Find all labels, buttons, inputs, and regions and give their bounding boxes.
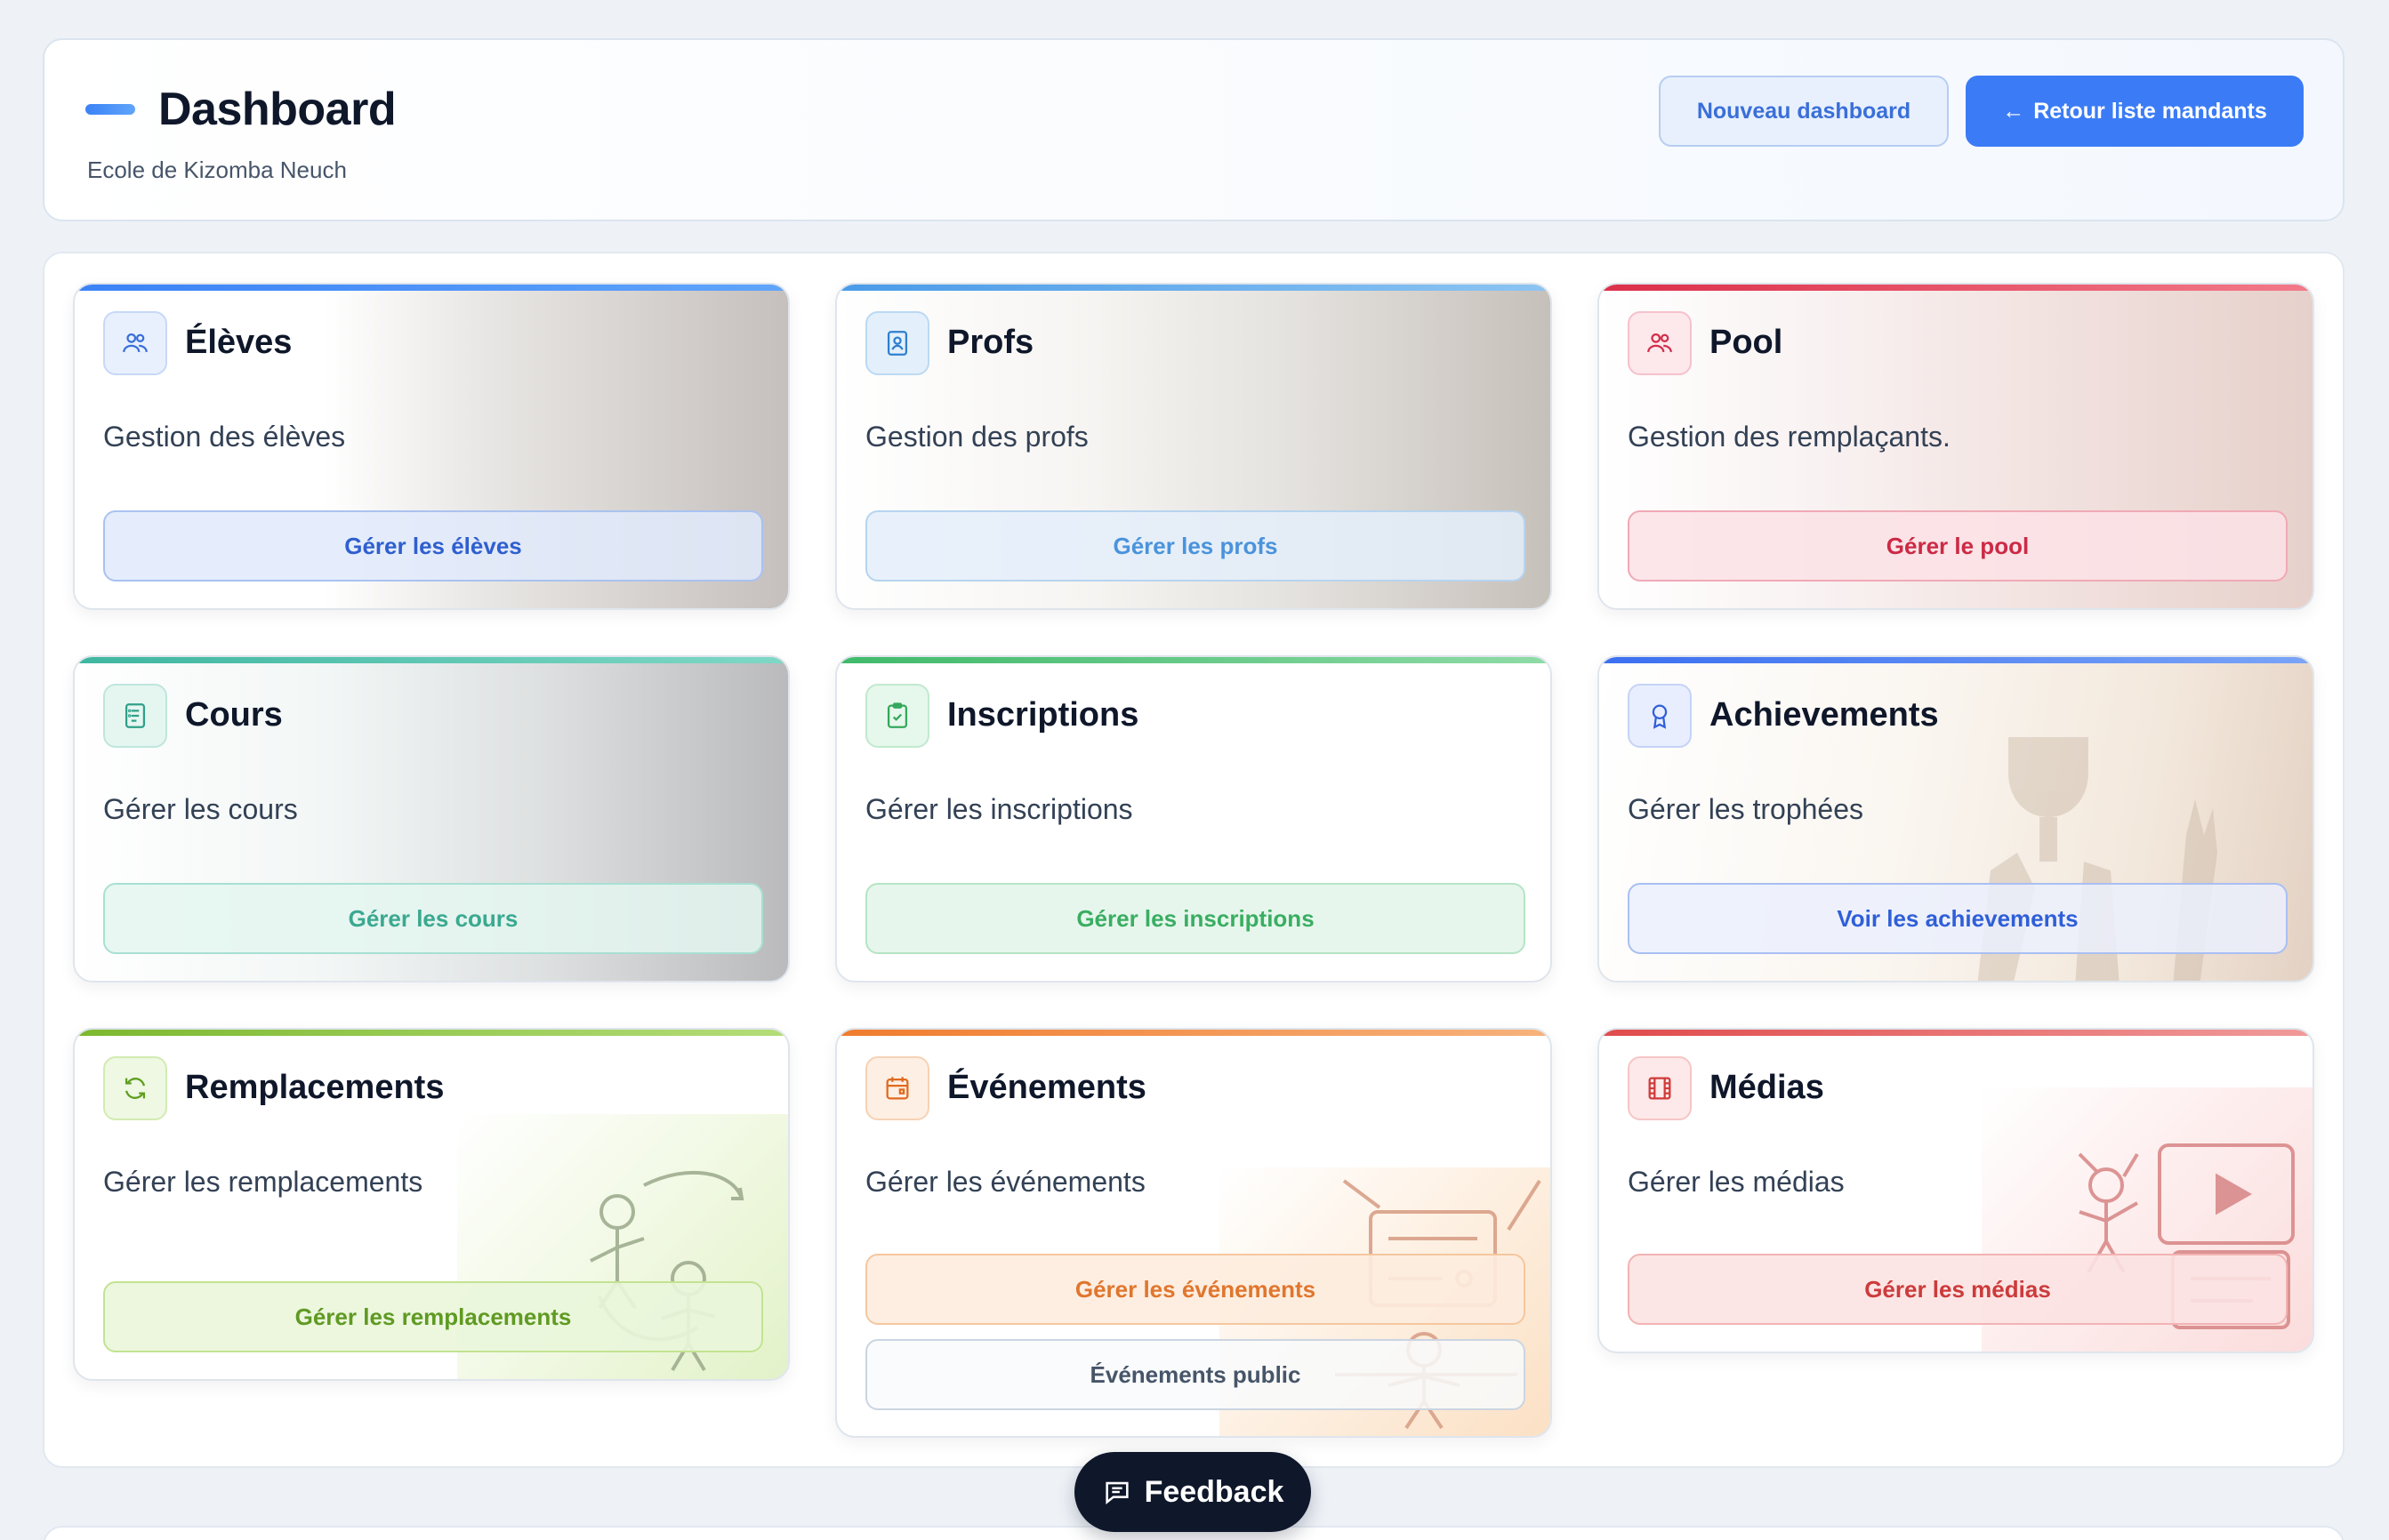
clipboard-check-icon: [865, 684, 929, 748]
view-achievements-button[interactable]: Voir les achievements: [1628, 883, 2288, 954]
tile-title: Achievements: [1709, 696, 1939, 734]
tile-eleves: Élèves Gestion des élèves Gérer les élèv…: [73, 283, 790, 610]
tile-title: Médias: [1709, 1069, 1824, 1106]
tile-description: Gérer les inscriptions: [865, 793, 1133, 825]
arrow-left-icon: ←: [2002, 98, 2025, 124]
tile-description: Gérer les événements: [865, 1166, 1146, 1198]
header-card: Dashboard Ecole de Kizomba Neuch Nouveau…: [43, 38, 2345, 221]
manage-eleves-button[interactable]: Gérer les élèves: [103, 510, 763, 582]
tile-accent-bar: [75, 1030, 788, 1036]
tile-inscriptions: Inscriptions Gérer les inscriptions Gére…: [835, 655, 1552, 983]
tile-title: Pool: [1709, 324, 1783, 361]
tile-title: Événements: [947, 1069, 1146, 1106]
tile-description: Gérer les médias: [1628, 1166, 1845, 1198]
modules-grid: Élèves Gestion des élèves Gérer les élèv…: [43, 252, 2345, 1468]
public-events-button[interactable]: Événements public: [865, 1339, 1525, 1410]
id-badge-icon: [865, 311, 929, 375]
manage-inscriptions-button[interactable]: Gérer les inscriptions: [865, 883, 1525, 954]
page-subtitle: Ecole de Kizomba Neuch: [87, 156, 347, 183]
manage-cours-button[interactable]: Gérer les cours: [103, 883, 763, 954]
tile-description: Gestion des profs: [865, 421, 1089, 453]
manage-evenements-button[interactable]: Gérer les événements: [865, 1254, 1525, 1325]
feedback-button[interactable]: Feedback: [1074, 1452, 1311, 1532]
tile-description: Gérer les remplacements: [103, 1166, 423, 1198]
tile-title: Profs: [947, 324, 1034, 361]
tile-pool: Pool Gestion des remplaçants. Gérer le p…: [1597, 283, 2314, 610]
tile-description: Gérer les trophées: [1628, 793, 1864, 825]
award-icon: [1628, 684, 1692, 748]
tile-profs: Profs Gestion des profs Gérer les profs: [835, 283, 1552, 610]
tile-accent-bar: [75, 657, 788, 663]
back-button-label: Retour liste mandants: [2033, 98, 2267, 124]
tile-accent-bar: [1599, 1030, 2313, 1036]
tile-accent-bar: [1599, 657, 2313, 663]
tile-accent-bar: [837, 285, 1550, 291]
tile-evenements: Événements Gérer les événements Gérer le…: [835, 1028, 1552, 1438]
manage-pool-button[interactable]: Gérer le pool: [1628, 510, 2288, 582]
manage-remplacements-button[interactable]: Gérer les remplacements: [103, 1281, 763, 1352]
back-to-mandants-button[interactable]: ← Retour liste mandants: [1966, 76, 2304, 147]
tile-achievements: Achievements Gérer les trophées Voir les…: [1597, 655, 2314, 983]
tile-remplacements: Remplacements Gérer les remplacements Gé…: [73, 1028, 790, 1381]
page-title: Dashboard: [158, 84, 397, 135]
tile-accent-bar: [1599, 285, 2313, 291]
title-accent-bar: [85, 104, 135, 115]
document-list-icon: [103, 684, 167, 748]
refresh-icon: [103, 1056, 167, 1120]
tile-title: Inscriptions: [947, 696, 1139, 734]
film-icon: [1628, 1056, 1692, 1120]
tile-title: Remplacements: [185, 1069, 445, 1106]
tile-accent-bar: [837, 1030, 1550, 1036]
message-icon: [1105, 1481, 1129, 1504]
feedback-label: Feedback: [1144, 1474, 1284, 1509]
tile-title: Cours: [185, 696, 283, 734]
tile-cours: Cours Gérer les cours Gérer les cours: [73, 655, 790, 983]
tile-description: Gestion des élèves: [103, 421, 346, 453]
tile-description: Gestion des remplaçants.: [1628, 421, 1951, 453]
tile-description: Gérer les cours: [103, 793, 298, 825]
users-icon: [1628, 311, 1692, 375]
title-row: Dashboard: [85, 83, 397, 136]
tile-title: Élèves: [185, 324, 293, 361]
new-dashboard-button[interactable]: Nouveau dashboard: [1659, 76, 1949, 147]
tile-medias: Médias Gérer les médias Gérer les médias: [1597, 1028, 2314, 1353]
tile-accent-bar: [837, 657, 1550, 663]
calendar-icon: [865, 1056, 929, 1120]
users-icon: [103, 311, 167, 375]
tile-accent-bar: [75, 285, 788, 291]
manage-profs-button[interactable]: Gérer les profs: [865, 510, 1525, 582]
manage-medias-button[interactable]: Gérer les médias: [1628, 1254, 2288, 1325]
